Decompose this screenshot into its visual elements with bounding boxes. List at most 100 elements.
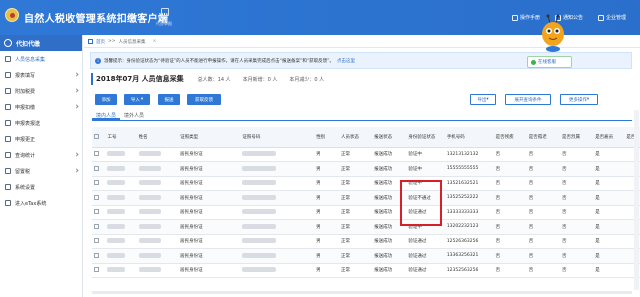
- sidebar-item-correct[interactable]: 申报更正: [0, 131, 82, 147]
- table-row[interactable]: 居民身份证男正常 报送成功 验证中 13202232123 否否否是: [92, 219, 640, 235]
- cell-name: [136, 234, 179, 249]
- row-checkbox[interactable]: [94, 180, 99, 186]
- breadcrumb-home[interactable]: 首页: [96, 39, 105, 45]
- cell-martyr: 否: [559, 147, 594, 162]
- cell-verify: 验证通过: [406, 248, 445, 264]
- tab-domestic[interactable]: 境内人员: [92, 110, 121, 120]
- cell-phone: 12352563256: [444, 263, 494, 278]
- cell-status: 正常: [338, 147, 373, 162]
- redacted-value: [138, 194, 161, 200]
- cell-status: 正常: [338, 263, 373, 278]
- tax-emblem-icon: [5, 8, 19, 22]
- more-actions-button[interactable]: 更多操作 ▾: [560, 94, 598, 105]
- chevron-icon: [74, 152, 79, 157]
- cell-id-type: 居民身份证: [178, 147, 241, 162]
- sidebar-item-submit[interactable]: 申报表报送: [0, 115, 82, 131]
- horizontal-scrollbar[interactable]: [92, 291, 632, 294]
- cell-elderly: 否: [526, 161, 560, 177]
- online-service-button[interactable]: 在线客服: [527, 56, 572, 68]
- import-button[interactable]: 导入 ▾: [124, 94, 150, 105]
- table-row[interactable]: 居民身份证男正常 报送成功 验证通过 13333333333 否否否是: [92, 205, 640, 220]
- check-icon: [5, 104, 11, 110]
- cell-id-type: 居民身份证: [178, 161, 241, 177]
- cell-status: 正常: [338, 248, 373, 264]
- cell-id-number: [240, 176, 315, 191]
- row-checkbox[interactable]: [94, 194, 99, 200]
- redacted-value: [107, 238, 126, 244]
- redacted-value: [138, 252, 161, 258]
- stat-removed: 本月减少：0 人: [289, 76, 325, 83]
- row-checkbox[interactable]: [94, 209, 99, 215]
- cell-name: [136, 176, 179, 191]
- search-icon: [5, 152, 11, 158]
- cell-martyr: 否: [559, 205, 594, 220]
- breadcrumb-current[interactable]: 人员信息采集: [119, 39, 146, 45]
- table-row[interactable]: 居民身份证男正常 报送成功 验证通过 12352563256 否否否是: [92, 263, 640, 278]
- row-checkbox[interactable]: [94, 223, 99, 229]
- toolbar: 添加 导入 ▾ 报送 获取反馈 导出 ▾ 展开查询条件 更多操作 ▾: [95, 94, 635, 106]
- row-checkbox[interactable]: [94, 252, 99, 258]
- manual-link[interactable]: 操作手册: [512, 14, 540, 21]
- cell-id-number: [240, 205, 315, 220]
- cell-id-number: [240, 263, 315, 278]
- row-checkbox[interactable]: [94, 238, 99, 244]
- redacted-value: [242, 209, 277, 215]
- cell-id: [105, 176, 137, 191]
- cell-id-type: 居民身份证: [178, 190, 241, 206]
- sidebar-item-declare[interactable]: 申报扣缴: [0, 99, 82, 115]
- notice-link[interactable]: 点击这里: [337, 58, 355, 64]
- company-link[interactable]: 企业管理: [598, 14, 626, 21]
- breadcrumb-sep: >>: [108, 39, 116, 44]
- vertical-scrollbar[interactable]: [634, 110, 639, 290]
- row-checkbox[interactable]: [94, 165, 99, 171]
- select-all-checkbox[interactable]: [94, 133, 99, 139]
- redacted-value: [107, 252, 126, 258]
- cell-id-type: 居民身份证: [178, 234, 241, 249]
- cell-elderly: 否: [526, 176, 560, 191]
- cell-report: 报送成功: [372, 248, 407, 264]
- agent-declare-icon[interactable]: [161, 8, 169, 16]
- table-row[interactable]: 居民身份证男正常 报送成功 验证中 13521632521 否否否是: [92, 176, 640, 191]
- add-button[interactable]: 添加: [95, 94, 117, 105]
- cell-disabled: 否: [493, 147, 527, 162]
- cell-employee: 是: [593, 176, 625, 191]
- chevron-icon: [74, 72, 79, 77]
- cell-id: [105, 190, 137, 206]
- sidebar-item-surtax[interactable]: 附加税费: [0, 83, 82, 99]
- cell-verify: 验证中: [406, 161, 445, 177]
- table-row[interactable]: 居民身份证男正常 报送成功 验证不通过 13525252222 否否否是: [92, 190, 640, 206]
- cell-employee: 是: [593, 219, 625, 235]
- home-icon[interactable]: [88, 39, 93, 44]
- sidebar-item-retained[interactable]: 留置税: [0, 163, 82, 179]
- redacted-value: [242, 252, 277, 258]
- sidebar-item-person-info[interactable]: 人员信息采集: [0, 51, 82, 67]
- cell-martyr: 否: [559, 190, 594, 206]
- row-checkbox[interactable]: [94, 267, 99, 273]
- get-feedback-button[interactable]: 获取反馈: [187, 94, 221, 105]
- table-row[interactable]: 居民身份证男正常 报送成功 验证中 13213132132 否否否是: [92, 147, 640, 162]
- col-header: 证照类型: [178, 127, 241, 148]
- export-button[interactable]: 导出 ▾: [470, 94, 496, 105]
- submit-button[interactable]: 报送: [158, 94, 180, 105]
- sidebar-item-report-fill[interactable]: 报表填写: [0, 67, 82, 83]
- table-row[interactable]: 居民身份证男正常 报送成功 验证中 15555555555 否否否是: [92, 161, 640, 177]
- table-row[interactable]: 居民身份证男正常 报送成功 验证通过 12526363256 否否否是: [92, 234, 640, 249]
- col-header: 是否孤老: [526, 127, 560, 148]
- expand-query-button[interactable]: 展开查询条件: [505, 94, 551, 105]
- cell-verify: 验证通过: [406, 234, 445, 249]
- cell-martyr: 否: [559, 248, 594, 264]
- table-row[interactable]: 居民身份证男正常 报送成功 验证通过 13363256321 否否否是: [92, 248, 640, 264]
- chevron-icon: [74, 88, 79, 93]
- row-checkbox[interactable]: [94, 151, 99, 157]
- cell-name: [136, 161, 179, 177]
- cell-verify: 验证通过: [406, 263, 445, 278]
- sidebar-item-settings[interactable]: 系统设置: [0, 179, 82, 195]
- close-tab-icon[interactable]: ×: [153, 39, 157, 44]
- agent-declare-label[interactable]: 代办申报: [156, 21, 172, 27]
- grid-icon: [5, 88, 11, 94]
- tab-foreign[interactable]: 境外人员: [120, 110, 148, 120]
- sidebar-item-query[interactable]: 查询统计: [0, 147, 82, 163]
- col-header: 报送状态: [372, 127, 407, 148]
- sidebar-item-etax[interactable]: 进入eTax系统: [0, 195, 82, 211]
- cell-disabled: 否: [493, 205, 527, 220]
